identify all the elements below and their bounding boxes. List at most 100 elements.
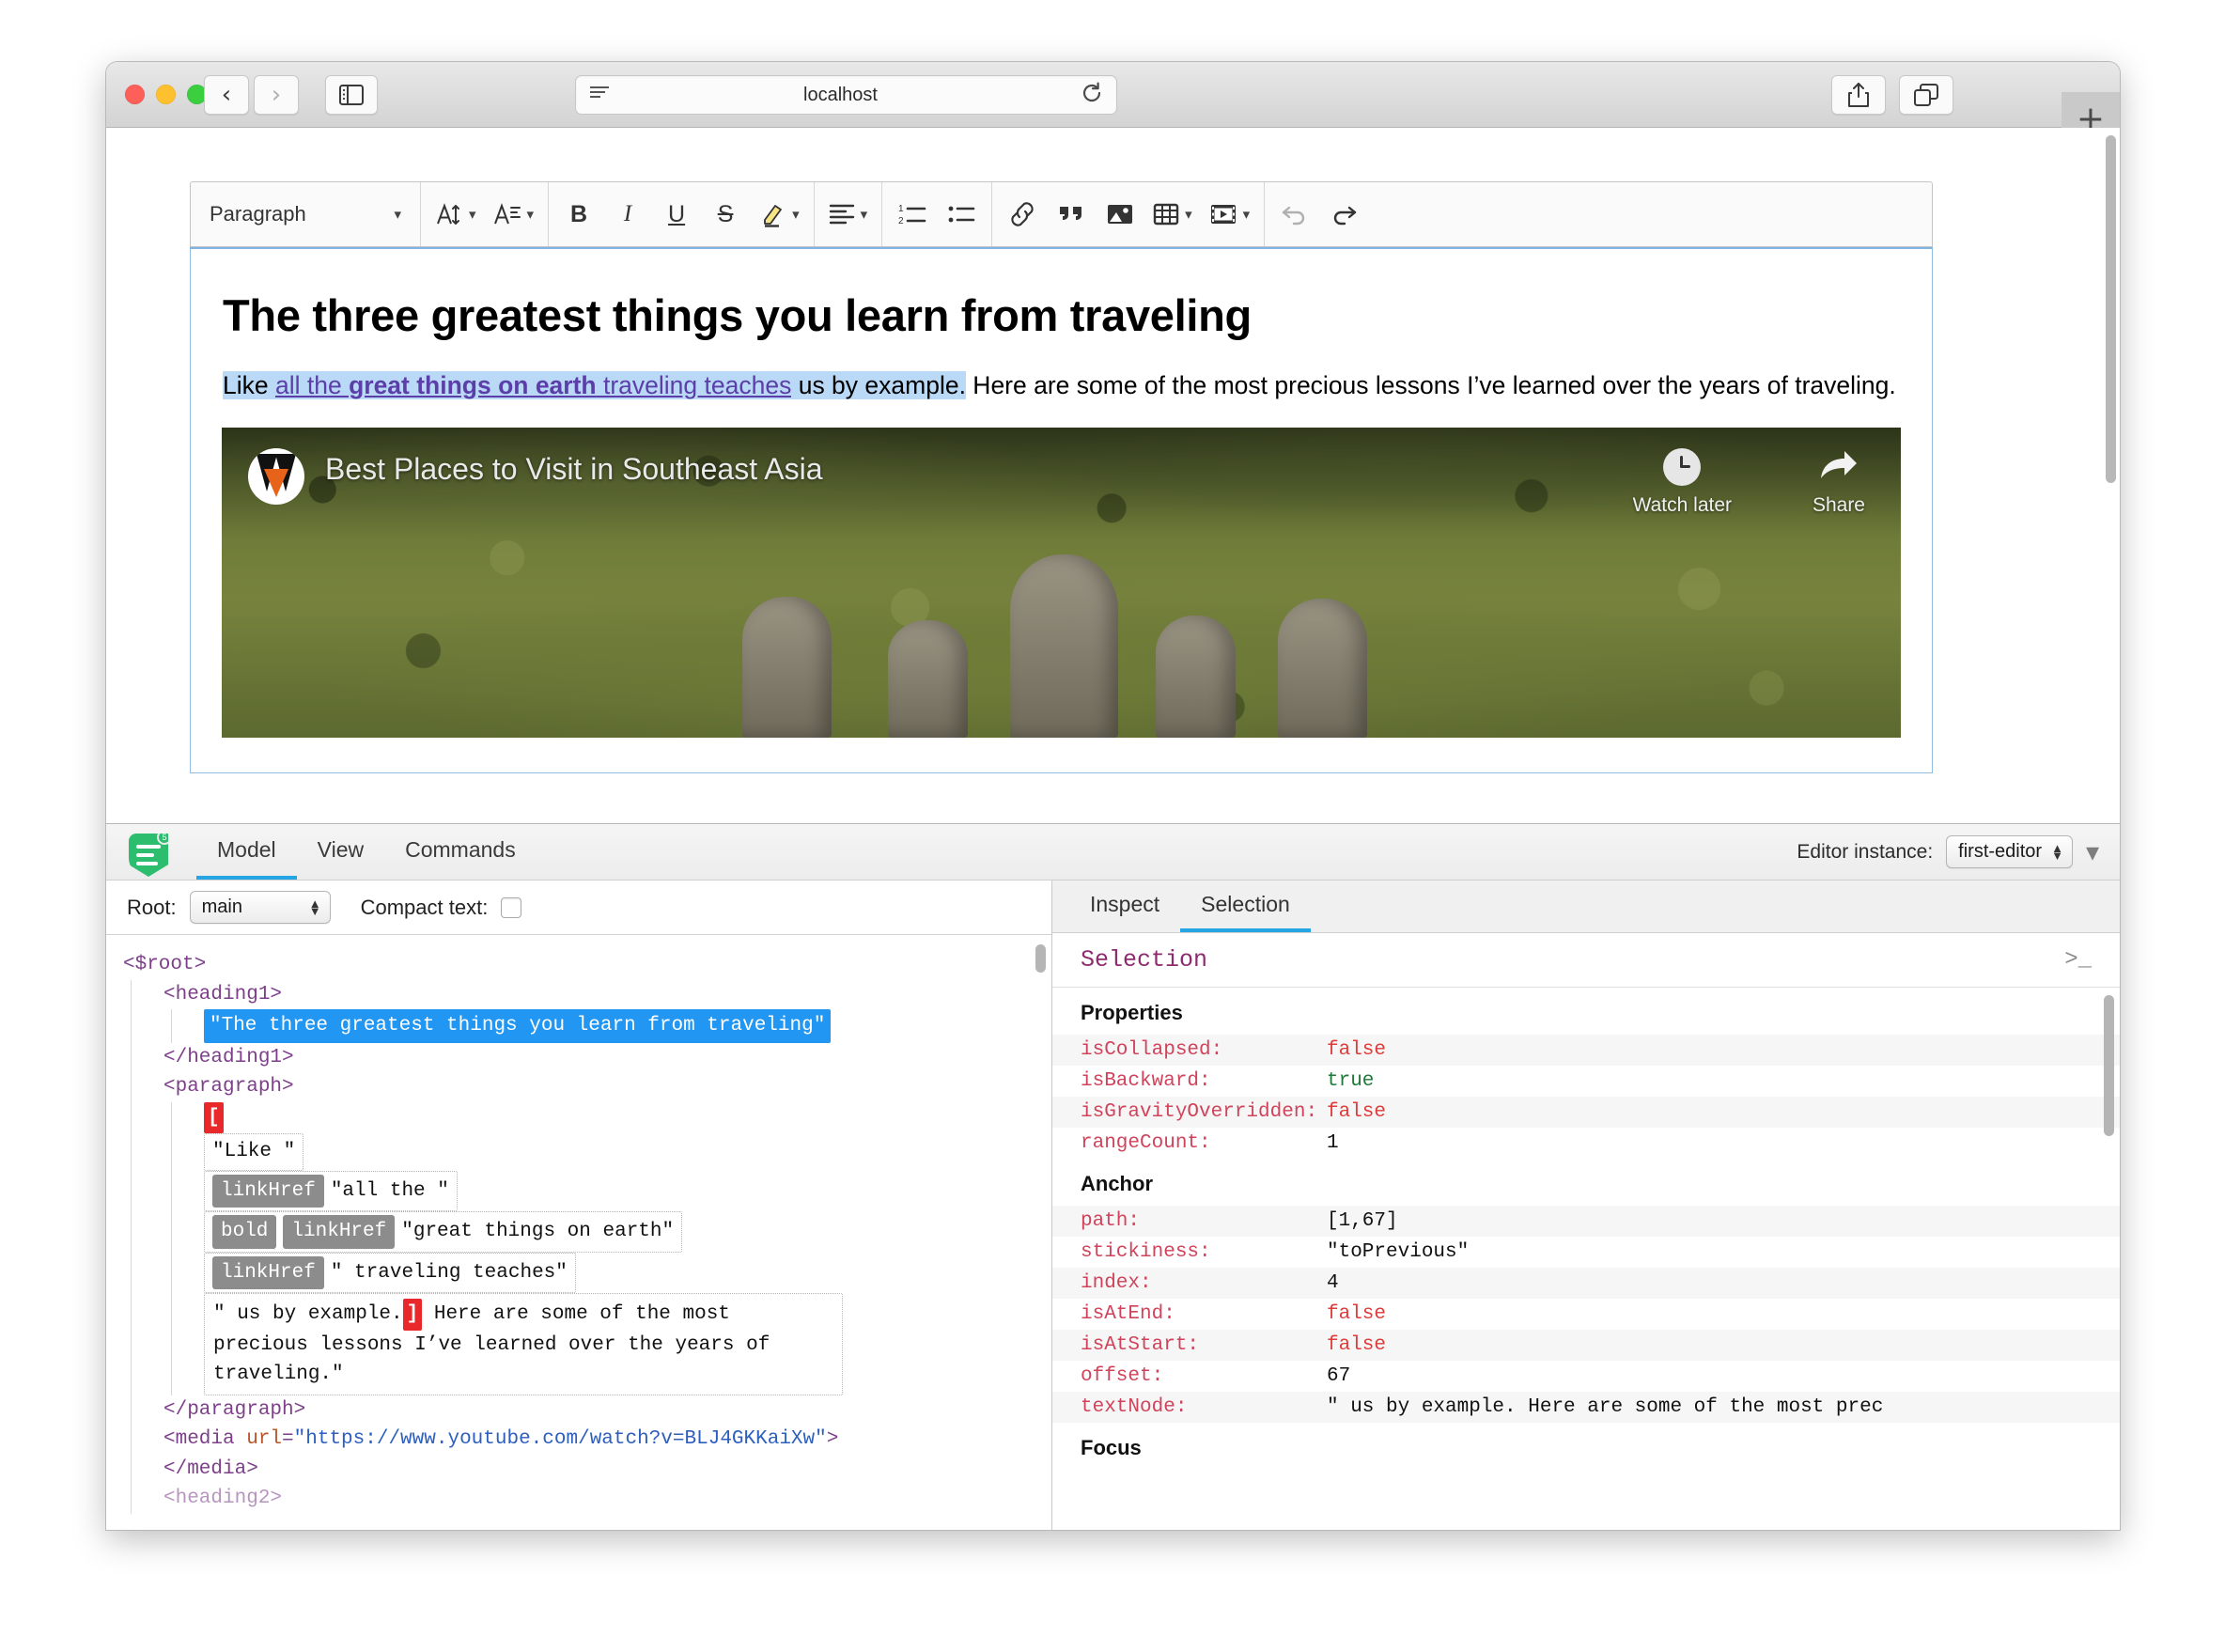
font-size-icon xyxy=(437,203,459,225)
bulleted-list-button[interactable] xyxy=(937,190,986,239)
font-size-button[interactable]: ▾ xyxy=(427,190,485,239)
align-icon xyxy=(829,204,854,225)
share-button[interactable] xyxy=(1831,75,1886,115)
bold-button[interactable]: B xyxy=(554,190,603,239)
toolbar-group-insert: ▾ ▾ xyxy=(991,182,1264,246)
tab-model[interactable]: Model xyxy=(196,824,297,880)
root-label: Root: xyxy=(127,895,177,919)
youtube-channel-avatar-icon[interactable] xyxy=(248,447,304,505)
property-value: false xyxy=(1327,1334,1387,1356)
clock-icon xyxy=(1663,447,1702,486)
safari-window: ‹ › localhost + Paragraph ▾ ▾ ▾ B I U S … xyxy=(106,62,2120,1530)
chevron-down-icon: ▾ xyxy=(1185,206,1192,223)
paragraph-link-traveling-teaches[interactable]: traveling teaches xyxy=(596,371,792,399)
property-row: isBackward: true xyxy=(1052,1066,2120,1097)
chevron-down-icon[interactable]: ▾ xyxy=(2086,836,2099,867)
undo-button[interactable] xyxy=(1270,190,1319,239)
root-select[interactable]: main ▲ ▼ xyxy=(189,891,331,924)
tree-text-tail[interactable]: " us by example.] Here are some of the m… xyxy=(204,1293,843,1395)
tree-node-heading1-open[interactable]: <heading1> xyxy=(163,980,1051,1010)
tree-text-all-the[interactable]: linkHref "all the " xyxy=(204,1170,458,1211)
media-embed-button[interactable]: ▾ xyxy=(1201,190,1259,239)
property-key: isAtStart: xyxy=(1081,1334,1200,1356)
share-icon xyxy=(1848,83,1869,107)
tab-commands[interactable]: Commands xyxy=(384,824,537,880)
tree-media-open-close: > xyxy=(826,1428,839,1450)
italic-button[interactable]: I xyxy=(603,190,652,239)
inspector-body: Root: main ▲ ▼ Compact text: <$root> <hea… xyxy=(106,881,2120,1530)
watch-later-button[interactable]: Watch later xyxy=(1633,447,1732,517)
video-share-button[interactable]: Share xyxy=(1813,448,1865,517)
properties-rows: isCollapsed: false isBackward: true isGrav… xyxy=(1052,1035,2120,1159)
tree-text-traveling-teaches[interactable]: linkHref " traveling teaches" xyxy=(204,1252,576,1293)
forward-button[interactable]: › xyxy=(254,75,299,115)
property-key: stickiness: xyxy=(1081,1241,1211,1263)
attr-chip-linkhref: linkHref xyxy=(283,1215,396,1249)
undo-icon xyxy=(1282,206,1305,226)
highlight-button[interactable]: ▾ xyxy=(750,190,808,239)
property-key: offset: xyxy=(1081,1365,1164,1387)
screenshot-root: ‹ › localhost + Paragraph ▾ ▾ ▾ B I U S … xyxy=(0,0,2225,1652)
svg-text:1: 1 xyxy=(898,204,904,214)
close-window-button[interactable] xyxy=(125,85,145,104)
model-tree[interactable]: <$root> <heading1> "The three greatest t… xyxy=(106,935,1051,1530)
insert-image-button[interactable] xyxy=(1096,190,1144,239)
tree-text-great-things[interactable]: bold linkHref "great things on earth" xyxy=(204,1211,683,1253)
ckeditor-instance: Paragraph ▾ ▾ ▾ B I U S ▾ ▾ 1 2 ▾ ▾ The … xyxy=(190,181,1933,773)
page-scrollbar[interactable] xyxy=(2106,135,2116,483)
tab-inspect[interactable]: Inspect xyxy=(1069,881,1180,932)
tree-text-heading1[interactable]: "The three greatest things you learn fro… xyxy=(204,1009,832,1043)
underline-button[interactable]: U xyxy=(652,190,701,239)
browser-titlebar: ‹ › localhost + xyxy=(106,62,2120,147)
tab-view[interactable]: View xyxy=(297,824,384,880)
paragraph-style-dropdown[interactable]: Paragraph ▾ xyxy=(196,190,414,239)
alignment-button[interactable]: ▾ xyxy=(820,190,877,239)
selection-properties[interactable]: Properties isCollapsed: false isBackward:… xyxy=(1052,988,2120,1530)
compact-text-checkbox[interactable] xyxy=(501,896,522,918)
selection-scrollbar[interactable] xyxy=(2104,995,2114,1136)
address-bar[interactable]: localhost xyxy=(575,75,1117,115)
property-row: isAtEnd: false xyxy=(1052,1299,2120,1330)
property-key: index: xyxy=(1081,1272,1152,1294)
editor-content-area[interactable]: The three greatest things you learn from… xyxy=(190,247,1933,773)
link-button[interactable] xyxy=(998,190,1047,239)
minimize-window-button[interactable] xyxy=(156,85,176,104)
attr-chip-linkhref: linkHref xyxy=(212,1174,324,1208)
font-family-button[interactable]: ▾ xyxy=(485,190,543,239)
model-tree-toolbar: Root: main ▲ ▼ Compact text: xyxy=(106,881,1051,935)
numbered-list-button[interactable]: 1 2 xyxy=(888,190,937,239)
property-row: isAtStart: false xyxy=(1052,1330,2120,1361)
sidebar-toggle-button[interactable] xyxy=(325,75,378,115)
selection-caret-end: ] xyxy=(402,1299,423,1331)
stepper-icon: ▲ ▼ xyxy=(2051,840,2063,863)
root-value: main xyxy=(201,896,242,917)
blockquote-button[interactable] xyxy=(1047,190,1096,239)
back-button[interactable]: ‹ xyxy=(204,75,249,115)
reload-button[interactable] xyxy=(1081,82,1103,109)
property-value: 67 xyxy=(1327,1365,1351,1387)
property-row: index: 4 xyxy=(1052,1268,2120,1299)
tab-overview-icon xyxy=(1914,84,1938,106)
tab-selection[interactable]: Selection xyxy=(1180,881,1311,932)
paragraph-link-great-things[interactable]: great things on earth xyxy=(349,371,597,399)
insert-table-button[interactable]: ▾ xyxy=(1144,190,1201,239)
terminal-icon[interactable]: >_ xyxy=(2064,947,2092,973)
paragraph-link-all-the[interactable]: all the xyxy=(274,371,350,399)
inspector-tabs: Model View Commands xyxy=(196,824,537,880)
tab-overview-button[interactable] xyxy=(1899,75,1953,115)
tree-node-heading2-open[interactable]: <heading2> xyxy=(163,1484,1051,1514)
property-key: isBackward: xyxy=(1081,1070,1211,1092)
tree-text-like[interactable]: "Like " xyxy=(204,1133,304,1171)
video-title[interactable]: Best Places to Visit in Southeast Asia xyxy=(325,452,822,487)
model-tree-scrollbar[interactable] xyxy=(1035,944,1046,973)
editor-instance-select[interactable]: first-editor ▲ ▼ xyxy=(1946,835,2073,868)
sidebar-icon xyxy=(339,85,364,105)
tree-media-tagname: <media xyxy=(163,1428,247,1450)
embedded-video-player[interactable]: Best Places to Visit in Southeast Asia W… xyxy=(222,427,1901,738)
tree-node-media-open[interactable]: <media url="https://www.youtube.com/watc… xyxy=(163,1425,1051,1455)
tree-node-paragraph-open[interactable]: <paragraph> xyxy=(163,1072,1051,1102)
tree-media-attr-eq: = xyxy=(282,1428,294,1450)
redo-button[interactable] xyxy=(1319,190,1368,239)
property-row: stickiness: "toPrevious" xyxy=(1052,1237,2120,1268)
strikethrough-button[interactable]: S xyxy=(701,190,750,239)
